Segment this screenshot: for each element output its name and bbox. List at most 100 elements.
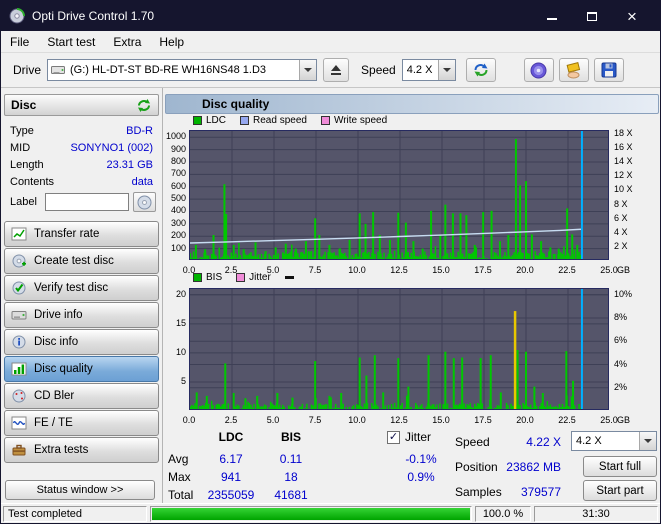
jitter-checkbox-label: Jitter [405, 430, 431, 444]
eject-button[interactable] [323, 58, 349, 82]
sidebar-item-transfer-rate[interactable]: Transfer rate [4, 221, 159, 247]
y2-axis-tick-label: 10% [614, 289, 650, 299]
sidebar-item-create-test-disc[interactable]: Create test disc [4, 248, 159, 274]
maximize-icon [587, 12, 597, 21]
y2-axis-tick-label: 12 X [614, 170, 650, 180]
minimize-button[interactable] [532, 1, 572, 31]
sidebar-item-extra-tests[interactable]: Extra tests [4, 437, 159, 463]
y2-axis-tick-label: 10 X [614, 184, 650, 194]
close-button[interactable]: × [612, 1, 652, 31]
bis-legend-swatch [193, 273, 202, 282]
x-axis-tick-label: 10.0 [343, 415, 371, 425]
test-speed-arrow[interactable] [639, 432, 656, 450]
legend-item: Read speed [240, 115, 307, 126]
elapsed-time: 31:30 [534, 506, 658, 522]
sidebar-item-disc-quality[interactable]: Disc quality [4, 356, 159, 382]
y2-axis-tick-label: 4 X [614, 227, 650, 237]
check-icon: ✓ [389, 432, 398, 443]
y-axis-tick-label: 900 [164, 144, 186, 154]
speed-select[interactable]: 4.2 X [402, 59, 456, 81]
x-axis-tick-label: 12.5 [385, 265, 413, 275]
y2-axis-tick-label: 8 X [614, 199, 650, 209]
y2-axis-tick-label: 6% [614, 335, 650, 345]
sidebar-item-disc-info[interactable]: Disc info [4, 329, 159, 355]
drive-select[interactable]: (G:) HL-DT-ST BD-RE WH16NS48 1.D3 [47, 59, 317, 81]
x-axis-tick-label: 15.0 [427, 265, 455, 275]
test-speed-select[interactable]: 4.2 X [571, 431, 657, 451]
x-axis-tick-label: 0.0 [175, 415, 203, 425]
max-row-label: Max [168, 470, 208, 484]
x-axis-tick-label: 7.5 [301, 265, 329, 275]
sidebar-item-cd-bler[interactable]: CD Bler [4, 383, 159, 409]
progress-fill [152, 508, 470, 520]
sidebar-item-fe-te[interactable]: FE / TE [4, 410, 159, 436]
legend-item-label: Jitter [249, 272, 271, 283]
avg-row-label: Avg [168, 452, 208, 466]
read-speed-legend-swatch [240, 116, 249, 125]
x-axis-tick-label: 17.5 [469, 415, 497, 425]
y2-axis-tick-label: 18 X [614, 128, 650, 138]
x-axis-tick-label: 5.0 [259, 415, 287, 425]
status-window-button[interactable]: Status window >> [5, 480, 155, 500]
speed-select-value: 4.2 X [403, 64, 438, 76]
disc-icon [137, 195, 152, 210]
maximize-button[interactable] [572, 1, 612, 31]
y-axis-tick-label: 600 [164, 181, 186, 191]
max-ldc-value: 941 [203, 470, 259, 484]
sidebar-item-label: Disc info [34, 336, 78, 348]
legend-dash [285, 276, 294, 279]
speed-select-arrow[interactable] [438, 60, 455, 80]
disc-info-icon [11, 334, 27, 350]
legend-item: BIS [193, 272, 222, 283]
start-full-button[interactable]: Start full [583, 456, 657, 477]
total-bis-value: 41681 [263, 488, 319, 502]
refresh-icon [472, 62, 490, 78]
sidebar-item-drive-info[interactable]: Drive info [4, 302, 159, 328]
x-axis-tick-label: 2.5 [217, 415, 245, 425]
x-axis-tick-label: 12.5 [385, 415, 413, 425]
label-input[interactable] [45, 193, 129, 211]
save-button[interactable] [594, 58, 624, 82]
x-axis-tick-label: 7.5 [301, 415, 329, 425]
y-axis-tick-label: 10 [164, 347, 186, 357]
write-label-button[interactable] [133, 192, 156, 212]
bis-jitter-chart-plot [189, 288, 609, 410]
y-axis-tick-label: 300 [164, 218, 186, 228]
hand-button[interactable] [559, 58, 589, 82]
avg-ldc-value: 6.17 [203, 452, 259, 466]
sidebar-item-label: Disc quality [34, 363, 93, 375]
field-mid-value: SONYNO1 (002) [70, 142, 153, 154]
sidebar-item-verify-test-disc[interactable]: Verify test disc [4, 275, 159, 301]
menu-file[interactable]: File [1, 32, 38, 52]
drive-select-arrow[interactable] [299, 60, 316, 80]
menu-start-test[interactable]: Start test [38, 32, 104, 52]
field-contents-value[interactable]: data [132, 176, 153, 188]
start-part-button[interactable]: Start part [583, 480, 657, 501]
write-speed-legend-swatch [321, 116, 330, 125]
save-icon [601, 62, 617, 78]
sidebar-buttons: Transfer rate Create test disc Verify te… [1, 221, 162, 463]
refresh-drives-button[interactable] [466, 58, 496, 82]
position-info-label: Position [455, 460, 498, 474]
disc-panel-header: Disc [4, 94, 159, 116]
drive-label: Drive [13, 63, 41, 77]
x-axis-tick-label: 20.0 [511, 415, 539, 425]
jitter-checkbox[interactable]: ✓ Jitter [387, 430, 431, 444]
x-axis-tick-label: 20.0 [511, 265, 539, 275]
titlebar: Opti Drive Control 1.70 × [1, 1, 660, 31]
y-axis-tick-label: 5 [164, 376, 186, 386]
refresh-disc-icon[interactable] [136, 98, 152, 113]
test-speed-value: 4.2 X [572, 435, 639, 447]
menu-help[interactable]: Help [150, 32, 193, 52]
x-axis-tick-label: 22.5 [553, 415, 581, 425]
legend-item-label: Write speed [334, 115, 387, 126]
y-axis-tick-label: 1000 [164, 131, 186, 141]
menu-extra[interactable]: Extra [104, 32, 150, 52]
statusbar: Test completed 100.0 % 31:30 [1, 503, 660, 523]
disc-panel-title: Disc [11, 98, 36, 112]
legend-item: Write speed [321, 115, 387, 126]
sidebar-item-label: FE / TE [34, 417, 73, 429]
disc-button[interactable] [524, 58, 554, 82]
checkbox-box[interactable]: ✓ [387, 431, 400, 444]
x-axis-unit-label: GB [617, 415, 653, 425]
